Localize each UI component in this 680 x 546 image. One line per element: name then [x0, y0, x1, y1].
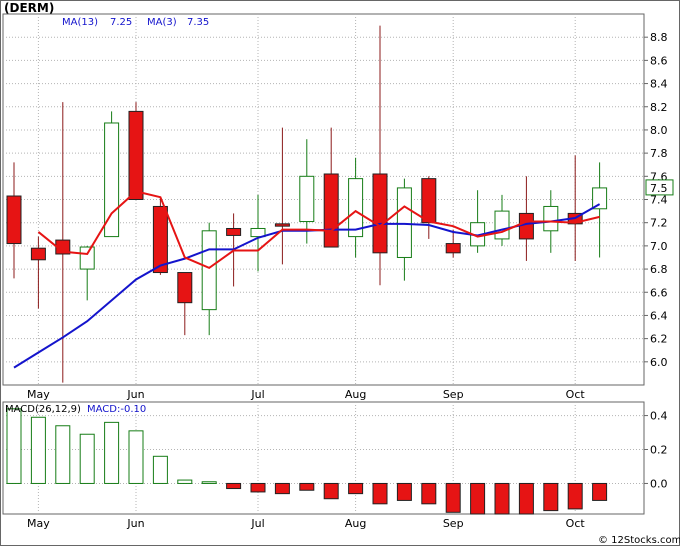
price-tick-label: 8.6 — [650, 54, 668, 67]
candle-body — [152, 205, 168, 274]
price-tag: 7.5 — [645, 179, 674, 196]
candle-body — [372, 173, 388, 254]
ma3-legend-label: MA(3) — [147, 17, 177, 28]
candle-body — [274, 223, 290, 227]
macd-bar — [79, 433, 95, 484]
macd-bar — [323, 482, 339, 500]
price-tick-label: 6.6 — [650, 286, 668, 299]
month-tick-label: Jun — [126, 388, 144, 401]
price-tick-label: 7.0 — [650, 240, 668, 253]
month-tick-label: Sep — [443, 517, 464, 530]
candle-body — [177, 272, 193, 304]
month-tick-label: Jun — [126, 517, 144, 530]
macd-bar — [372, 482, 388, 505]
ma3-legend-value: 7.35 — [187, 17, 209, 28]
price-tick-label: 6.2 — [650, 333, 668, 346]
month-tick-label: Aug — [345, 388, 366, 401]
price-tick-label: 8.0 — [650, 124, 668, 137]
macd-bar — [445, 482, 461, 513]
macd-bar — [128, 430, 144, 484]
price-tick-label: 8.4 — [650, 78, 668, 91]
macd-bar — [152, 455, 168, 484]
price-tick-label: 8.8 — [650, 31, 668, 44]
macd-bar — [177, 479, 193, 484]
candle-body — [201, 230, 217, 311]
macd-bar — [6, 408, 22, 484]
candle-body — [6, 195, 22, 245]
candle-body — [592, 187, 608, 210]
candle-body — [79, 246, 95, 270]
macd-bar — [201, 481, 217, 484]
price-panel: 6.06.26.46.66.87.07.27.47.67.88.08.28.48… — [2, 1, 674, 386]
month-tick-label: Jul — [250, 388, 264, 401]
price-tick-label: 6.8 — [650, 263, 668, 276]
macd-bar — [494, 482, 510, 515]
macd-bar — [348, 482, 364, 495]
candle-body — [104, 122, 120, 238]
candle-body — [518, 212, 534, 240]
month-tick-label: Sep — [443, 388, 464, 401]
candle-body — [226, 227, 242, 236]
candle-body — [396, 187, 412, 258]
candle-body — [323, 173, 339, 248]
stock-chart: 6.06.26.46.66.87.07.27.47.67.88.08.28.48… — [0, 0, 680, 546]
macd-value-label: MACD:-0.10 — [87, 404, 146, 415]
macd-bar — [396, 482, 412, 501]
macd-panel: 0.0 0.2 0.4 MACD(26,12,9) MACD:-0.10 — [2, 401, 668, 515]
macd-bar — [250, 482, 266, 493]
symbol-title: (DERM) — [4, 1, 54, 15]
ma13-legend-label: MA(13) — [62, 17, 98, 28]
macd-bar — [226, 482, 242, 490]
macd-bar — [592, 482, 608, 501]
macd-bar — [104, 421, 120, 484]
candle-body — [421, 178, 437, 224]
candle-body — [543, 205, 559, 232]
macd-bar — [543, 482, 559, 512]
price-tick-label: 7.8 — [650, 147, 668, 160]
candle-body — [494, 210, 510, 240]
macd-bar — [470, 482, 486, 515]
macd-bar — [299, 482, 315, 491]
month-tick-label: Oct — [566, 517, 586, 530]
candle-body — [299, 175, 315, 223]
macd-title: MACD(26,12,9) — [5, 404, 81, 415]
price-tick-label: 6.4 — [650, 309, 668, 322]
price-tick-label: 6.0 — [650, 356, 668, 369]
price-tick-label: 7.2 — [650, 217, 668, 230]
macd-tick-label: 0.0 — [650, 477, 668, 490]
watermark: © 12Stocks.com — [598, 535, 680, 546]
macd-bar — [30, 416, 46, 484]
price-tick-label: 8.2 — [650, 101, 668, 114]
macd-tick-label: 0.4 — [650, 410, 668, 423]
macd-bar — [421, 482, 437, 505]
candle-body — [445, 243, 461, 254]
candle — [104, 111, 120, 238]
month-tick-label: May — [27, 517, 50, 530]
ma13-legend-value: 7.25 — [110, 17, 132, 28]
price-tag-value: 7.5 — [650, 182, 668, 195]
price-tick-label: 7.4 — [650, 194, 668, 207]
macd-bar — [274, 482, 290, 495]
month-tick-label: Jul — [250, 517, 264, 530]
month-tick-label: Aug — [345, 517, 366, 530]
candle — [128, 102, 144, 200]
month-tick-label: Oct — [566, 388, 586, 401]
macd-tick-label: 0.2 — [650, 444, 668, 457]
month-tick-label: May — [27, 388, 50, 401]
candle-body — [30, 247, 46, 261]
macd-bar — [518, 482, 534, 515]
candle-body — [128, 110, 144, 200]
macd-bar — [567, 482, 583, 510]
macd-bar — [55, 425, 71, 484]
